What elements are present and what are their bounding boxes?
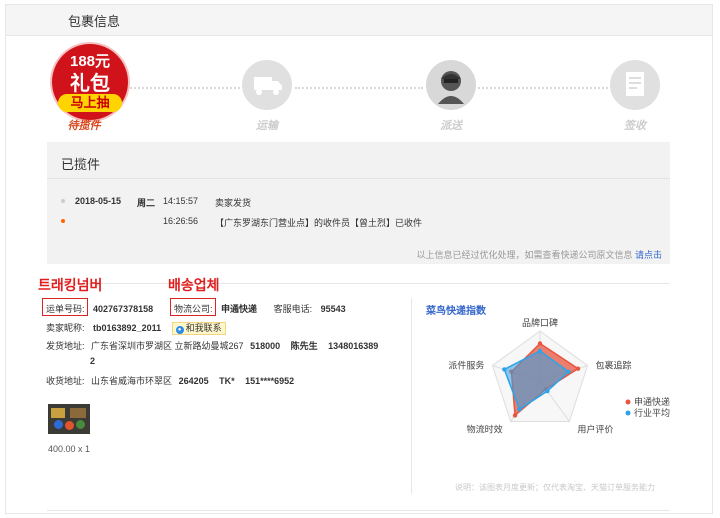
radar-footnote: 说明：该图表月度更新；仅代表淘宝、天猫订单服务能力: [455, 483, 655, 492]
radar-data-point: [537, 341, 543, 346]
radar-data-point: [566, 369, 571, 374]
radar-data-point: [537, 348, 543, 354]
radar-data-point: [517, 407, 522, 412]
radar-chart: 品牌口碑包裹追踪用户评价 物流时效 派件服务 申通快递行业平均: [448, 317, 670, 434]
radar-data-point: [512, 413, 518, 418]
radar-data-point: [545, 388, 550, 394]
legend-label: 行业平均: [634, 407, 670, 418]
legend-label: 申通快递: [634, 396, 670, 407]
radar-axis-label: 包裹追踪: [596, 360, 632, 371]
radar-data-point: [575, 366, 581, 371]
radar-axis-label: 用户评价: [577, 423, 613, 434]
radar-data-point: [502, 367, 507, 372]
radar-axis-label: 品牌口碑: [522, 317, 558, 328]
radar-axis-label: 物流时效: [467, 423, 503, 434]
legend-swatch: [625, 410, 631, 416]
bottom-divider: [47, 510, 670, 511]
legend-swatch: [625, 399, 631, 405]
radar-axis-label: 派件服务: [448, 360, 484, 371]
